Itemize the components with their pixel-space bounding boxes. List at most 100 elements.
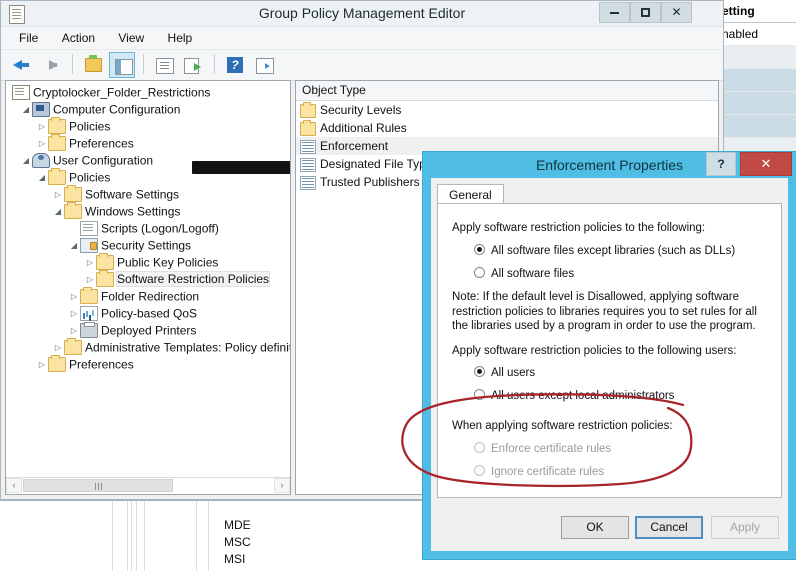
radio-all-software-files[interactable]: All software files xyxy=(474,267,574,281)
expander-icon[interactable]: ◢ xyxy=(20,152,32,169)
menu-help[interactable]: Help xyxy=(158,27,203,49)
list-item-additional-rules[interactable]: Additional Rules xyxy=(296,119,718,137)
help-icon[interactable]: ? xyxy=(222,52,248,78)
radio-indicator xyxy=(474,267,485,278)
expander-icon[interactable]: ▷ xyxy=(68,322,80,339)
scroll-left-button[interactable]: ‹ xyxy=(6,478,22,493)
radio-all-users[interactable]: All users xyxy=(474,366,535,380)
tree-horizontal-scrollbar[interactable]: ‹ › xyxy=(6,477,290,494)
folder-icon xyxy=(48,168,66,186)
tree-item-scripts[interactable]: Scripts (Logon/Logoff) xyxy=(6,220,290,237)
tree-item-label: Security Settings xyxy=(101,238,192,253)
scroll-right-button[interactable]: › xyxy=(274,478,290,493)
expander-icon[interactable]: ▷ xyxy=(36,135,48,152)
cancel-button[interactable]: Cancel xyxy=(635,516,703,539)
radio-label: Ignore certificate rules xyxy=(491,466,605,478)
expander-icon[interactable]: ◢ xyxy=(68,237,80,254)
radio-all-except-libraries[interactable]: All software files except libraries (suc… xyxy=(474,244,735,258)
expander-icon[interactable]: ◢ xyxy=(36,169,48,186)
apply-button[interactable]: Apply xyxy=(711,516,779,539)
radio-ignore-certificate-rules[interactable]: Ignore certificate rules xyxy=(474,465,604,479)
user-icon xyxy=(32,153,50,169)
menu-action[interactable]: Action xyxy=(52,27,105,49)
column-header-object-type[interactable]: Object Type xyxy=(296,81,718,101)
expander-icon[interactable]: ▷ xyxy=(84,254,96,271)
window-titlebar: Group Policy Management Editor ✕ xyxy=(1,1,723,27)
tab-general[interactable]: General xyxy=(437,184,504,205)
menu-file[interactable]: File xyxy=(9,27,48,49)
expander-icon[interactable]: ▷ xyxy=(68,305,80,322)
expander-icon[interactable]: ◢ xyxy=(52,203,64,220)
tree-item-user-preferences[interactable]: ▷ Preferences xyxy=(6,355,290,373)
tree-root-node[interactable]: Cryptolocker_Folder_Restrictions xyxy=(6,84,290,101)
expander-icon[interactable]: ▷ xyxy=(36,356,48,373)
computer-icon xyxy=(32,102,50,118)
tree-item-software-restriction-policies[interactable]: ▷ Software Restriction Policies xyxy=(6,270,290,288)
export-icon[interactable] xyxy=(180,52,206,78)
dialog-close-button[interactable]: ✕ xyxy=(740,152,792,176)
tree-item-deployed-printers[interactable]: ▷ Deployed Printers xyxy=(6,322,290,339)
tree-item-label: Software Settings xyxy=(85,187,180,202)
maximize-button[interactable] xyxy=(630,2,661,23)
tree-item-folder-redirection[interactable]: ▷ Folder Redirection xyxy=(6,287,290,305)
registry-object-icon xyxy=(300,175,316,190)
radio-indicator xyxy=(474,442,485,453)
back-arrow-icon[interactable] xyxy=(9,52,35,78)
expander-icon[interactable]: ▷ xyxy=(68,288,80,305)
radio-label: All software files except libraries (suc… xyxy=(491,245,736,257)
redaction-bar xyxy=(192,161,290,174)
tree-item-security-settings[interactable]: ◢ Security Settings xyxy=(6,237,290,254)
properties-icon[interactable] xyxy=(151,52,177,78)
tree-item-windows-settings[interactable]: ◢ Windows Settings xyxy=(6,202,290,220)
console-tree-icon[interactable] xyxy=(109,52,136,78)
ok-button[interactable]: OK xyxy=(561,516,629,539)
expander-icon[interactable]: ▷ xyxy=(84,271,96,288)
radio-label: All software files xyxy=(491,268,575,280)
menu-view[interactable]: View xyxy=(108,27,154,49)
expander-icon[interactable]: ◢ xyxy=(20,101,32,118)
folder-icon xyxy=(48,134,66,152)
radio-enforce-certificate-rules[interactable]: Enforce certificate rules xyxy=(474,442,611,456)
close-button[interactable]: ✕ xyxy=(661,2,692,23)
radio-label: All users except local administrators xyxy=(491,390,675,402)
minimize-button[interactable] xyxy=(599,2,630,23)
tree-item-computer-policies[interactable]: ▷ Policies xyxy=(6,117,290,135)
radio-indicator xyxy=(474,244,485,255)
tree-item-public-key-policies[interactable]: ▷ Public Key Policies xyxy=(6,253,290,271)
toolbar-separator-1 xyxy=(71,54,73,74)
radio-indicator xyxy=(474,465,485,476)
registry-object-icon xyxy=(300,157,316,172)
view-icon[interactable] xyxy=(251,52,277,78)
script-icon xyxy=(80,221,98,237)
folder-up-icon[interactable] xyxy=(80,52,106,78)
expander-icon[interactable]: ▷ xyxy=(52,186,64,203)
toolbar-separator-3 xyxy=(213,54,215,74)
radio-all-users-except-admins[interactable]: All users except local administrators xyxy=(474,389,674,403)
expander-icon[interactable]: ▷ xyxy=(52,339,64,356)
folder-icon xyxy=(64,202,82,220)
qos-chart-icon xyxy=(80,306,98,322)
scrollbar-thumb[interactable] xyxy=(23,479,173,492)
tree-item-administrative-templates[interactable]: ▷ Administrative Templates: Policy defini… xyxy=(6,338,290,356)
expander-icon[interactable]: ▷ xyxy=(36,118,48,135)
certificate-rules-label: When applying software restriction polic… xyxy=(452,420,673,432)
console-icon xyxy=(12,85,30,101)
list-item-security-levels[interactable]: Security Levels xyxy=(296,101,718,119)
tree-item-computer-preferences[interactable]: ▷ Preferences xyxy=(6,134,290,152)
security-settings-icon xyxy=(80,238,98,254)
forward-arrow-icon[interactable] xyxy=(38,52,64,78)
extension-item: MDE xyxy=(224,518,251,532)
dialog-help-button[interactable]: ? xyxy=(706,152,736,176)
enforcement-properties-dialog: Enforcement Properties ? ✕ General Apply… xyxy=(423,152,796,559)
folder-icon xyxy=(64,338,82,356)
folder-icon xyxy=(48,355,66,373)
console-tree-pane[interactable]: Cryptolocker_Folder_Restrictions ◢ Comput… xyxy=(5,80,291,495)
menu-bar: File Action View Help xyxy=(1,27,723,50)
tree-item-label: Windows Settings xyxy=(85,204,181,219)
tree-item-computer-configuration[interactable]: ◢ Computer Configuration xyxy=(6,101,290,118)
tree-item-policy-based-qos[interactable]: ▷ Policy-based QoS xyxy=(6,305,290,322)
radio-label: Enforce certificate rules xyxy=(491,443,612,455)
toolbar-separator-2 xyxy=(142,54,144,74)
tree-item-software-settings[interactable]: ▷ Software Settings xyxy=(6,185,290,203)
tree-item-label: User Configuration xyxy=(53,153,154,168)
